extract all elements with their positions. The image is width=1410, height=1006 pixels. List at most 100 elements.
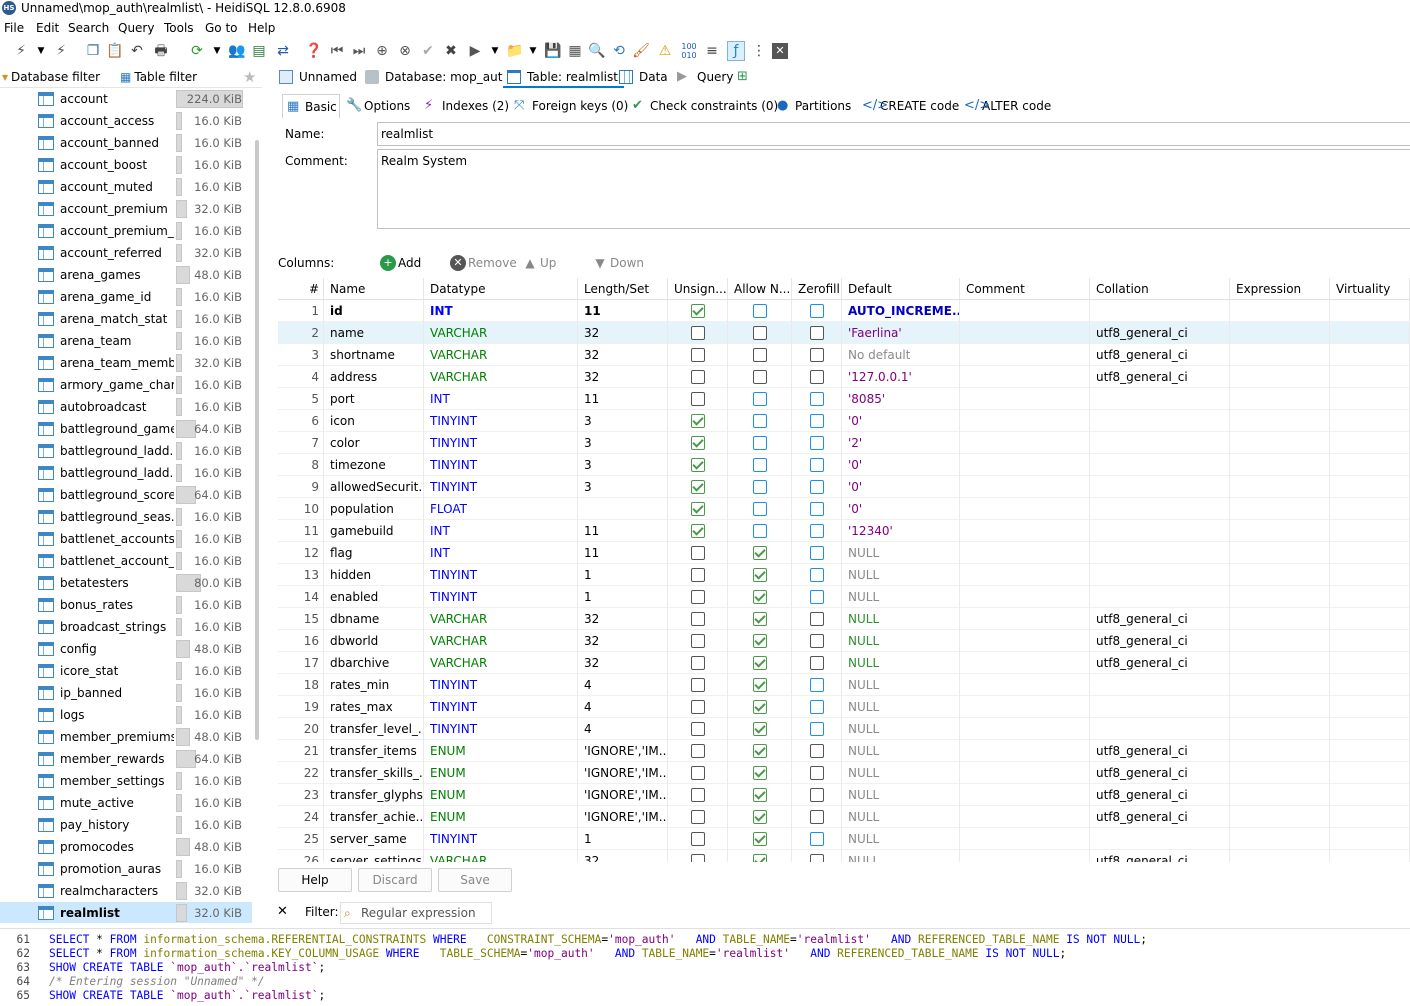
datatype-cell[interactable]: INT — [424, 388, 578, 410]
virtuality-cell[interactable] — [1330, 828, 1410, 850]
column-name-cell[interactable]: enabled — [324, 586, 424, 608]
subtab-foreign-keys[interactable]: ⤧ Foreign keys (0) — [510, 94, 628, 118]
allow-null-checkbox[interactable] — [753, 546, 767, 560]
expression-cell[interactable] — [1230, 740, 1330, 762]
collation-cell[interactable]: utf8_general_ci — [1090, 806, 1230, 828]
unsigned-cell[interactable] — [668, 366, 728, 388]
datatype-cell[interactable]: VARCHAR — [424, 630, 578, 652]
zerofill-checkbox[interactable] — [810, 392, 824, 406]
expression-cell[interactable] — [1230, 542, 1330, 564]
length-cell[interactable]: 11 — [578, 300, 668, 322]
zerofill-cell[interactable] — [792, 630, 842, 652]
datatype-cell[interactable]: VARCHAR — [424, 344, 578, 366]
expression-cell[interactable] — [1230, 454, 1330, 476]
allow-null-checkbox[interactable] — [753, 612, 767, 626]
unsigned-checkbox[interactable] — [691, 744, 705, 758]
virtuality-cell[interactable] — [1330, 586, 1410, 608]
zerofill-cell[interactable] — [792, 432, 842, 454]
comment-cell[interactable] — [960, 476, 1090, 498]
comment-cell[interactable] — [960, 828, 1090, 850]
length-cell[interactable]: 'IGNORE','IM... — [578, 806, 668, 828]
table-row[interactable]: 23 transfer_glyphs ENUM 'IGNORE','IM... NULL… — [278, 784, 1410, 806]
tree-scrollbar[interactable] — [255, 140, 259, 740]
virtuality-cell[interactable] — [1330, 410, 1410, 432]
autocomplete-icon[interactable]: ƒ — [727, 41, 745, 61]
tree-item[interactable]: arena_match_stat 16.0 KiB — [0, 308, 252, 330]
expression-cell[interactable] — [1230, 410, 1330, 432]
expression-cell[interactable] — [1230, 498, 1330, 520]
default-cell[interactable]: NULL — [842, 542, 960, 564]
menu-tools[interactable]: Tools — [164, 20, 194, 36]
disconnect-icon[interactable]: ⚡ — [52, 41, 70, 61]
cancel-icon[interactable]: ✖ — [442, 41, 460, 61]
column-header[interactable]: Name — [324, 278, 424, 300]
expression-cell[interactable] — [1230, 322, 1330, 344]
menu-query[interactable]: Query — [118, 20, 154, 36]
datatype-cell[interactable]: VARCHAR — [424, 850, 578, 862]
allow-null-checkbox[interactable] — [753, 392, 767, 406]
unsigned-cell[interactable] — [668, 762, 728, 784]
comment-cell[interactable] — [960, 630, 1090, 652]
table-row[interactable]: 24 transfer_achie... ENUM 'IGNORE','IM... NU… — [278, 806, 1410, 828]
unsigned-checkbox[interactable] — [691, 348, 705, 362]
expression-cell[interactable] — [1230, 586, 1330, 608]
comment-cell[interactable] — [960, 784, 1090, 806]
tree-item[interactable]: pay_history 16.0 KiB — [0, 814, 252, 836]
table-row[interactable]: 9 allowedSecurit... TINYINT 3 '0' — [278, 476, 1410, 498]
column-header[interactable]: Unsign... — [668, 278, 728, 300]
unsigned-cell[interactable] — [668, 608, 728, 630]
allow-null-checkbox[interactable] — [753, 480, 767, 494]
tree-item[interactable]: armory_game_chart 16.0 KiB — [0, 374, 252, 396]
insert-row-icon[interactable]: ⊕ — [373, 41, 391, 61]
allow-null-checkbox[interactable] — [753, 656, 767, 670]
zerofill-cell[interactable] — [792, 762, 842, 784]
allow-null-checkbox[interactable] — [753, 458, 767, 472]
datatype-cell[interactable]: VARCHAR — [424, 322, 578, 344]
zerofill-cell[interactable] — [792, 388, 842, 410]
expression-cell[interactable] — [1230, 850, 1330, 862]
datatype-cell[interactable]: TINYINT — [424, 696, 578, 718]
unsigned-cell[interactable] — [668, 476, 728, 498]
tree-item[interactable]: battleground_ladd... 16.0 KiB — [0, 462, 252, 484]
transfer-icon[interactable]: ⇄ — [274, 41, 292, 61]
allow-null-checkbox[interactable] — [753, 788, 767, 802]
comment-cell[interactable] — [960, 564, 1090, 586]
subtab-create-code[interactable]: </> CREATE code — [858, 94, 959, 118]
table-row[interactable]: 11 gamebuild INT 11'12340' — [278, 520, 1410, 542]
open-folder-icon[interactable]: 📁 — [506, 41, 524, 61]
column-name-cell[interactable]: icon — [324, 410, 424, 432]
datatype-cell[interactable]: TINYINT — [424, 586, 578, 608]
virtuality-cell[interactable] — [1330, 542, 1410, 564]
virtuality-cell[interactable] — [1330, 608, 1410, 630]
table-row[interactable]: 26 server_settings VARCHAR 32 NULL utf8_gener… — [278, 850, 1410, 862]
expression-cell[interactable] — [1230, 674, 1330, 696]
table-row[interactable]: 7 color TINYINT 3 '2' — [278, 432, 1410, 454]
zerofill-checkbox[interactable] — [810, 700, 824, 714]
menu-search[interactable]: Search — [68, 20, 109, 36]
tree-item[interactable]: promotion_auras 16.0 KiB — [0, 858, 252, 880]
allow-null-cell[interactable] — [728, 476, 792, 498]
column-name-cell[interactable]: port — [324, 388, 424, 410]
default-cell[interactable]: '0' — [842, 454, 960, 476]
tree-item[interactable]: broadcast_strings 16.0 KiB — [0, 616, 252, 638]
column-header[interactable]: Zerofill — [792, 278, 842, 300]
virtuality-cell[interactable] — [1330, 630, 1410, 652]
zerofill-cell[interactable] — [792, 454, 842, 476]
comment-cell[interactable] — [960, 740, 1090, 762]
column-name-cell[interactable]: transfer_level_... — [324, 718, 424, 740]
run-icon[interactable]: ▶ — [466, 41, 484, 61]
column-name-cell[interactable]: timezone — [324, 454, 424, 476]
expression-cell[interactable] — [1230, 762, 1330, 784]
sql-log[interactable]: 61 SELECT * FROM information_schema.REFER… — [0, 928, 1410, 1006]
unsigned-cell[interactable] — [668, 586, 728, 608]
table-row[interactable]: 3 shortname VARCHAR 32 No default utf8_genera… — [278, 344, 1410, 366]
tree-item[interactable]: member_settings 16.0 KiB — [0, 770, 252, 792]
allow-null-checkbox[interactable] — [753, 502, 767, 516]
format-icon[interactable]: 🖌 — [632, 41, 650, 61]
unsigned-checkbox[interactable] — [691, 546, 705, 560]
expression-cell[interactable] — [1230, 344, 1330, 366]
collation-cell[interactable] — [1090, 476, 1230, 498]
unsigned-checkbox[interactable] — [691, 502, 705, 516]
tree-item[interactable]: ip_banned 16.0 KiB — [0, 682, 252, 704]
datatype-cell[interactable]: TINYINT — [424, 454, 578, 476]
